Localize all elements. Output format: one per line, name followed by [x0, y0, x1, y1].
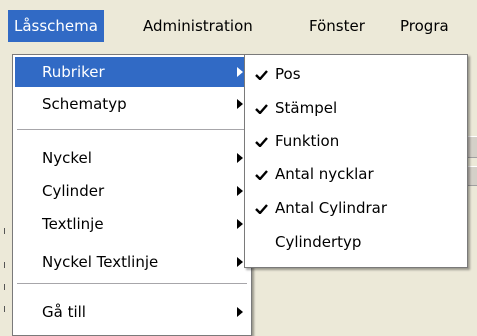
- grid-mark: [4, 262, 5, 268]
- check-icon: [255, 104, 268, 114]
- menu-item-cylinder[interactable]: Cylinder: [15, 176, 249, 206]
- submenu-arrow-icon: [237, 219, 243, 229]
- submenu-item-label: Stämpel: [275, 99, 338, 117]
- menu-bar: Låsschema Administration Fönster Progra: [0, 0, 477, 48]
- submenu-item-pos[interactable]: Pos: [247, 59, 465, 89]
- submenu-arrow-icon: [237, 67, 243, 77]
- submenu-item-label: Antal nycklar: [275, 165, 374, 183]
- menu-item-label: Cylinder: [42, 182, 105, 200]
- menu-separator: [17, 129, 247, 130]
- submenu-item-stampel[interactable]: Stämpel: [247, 93, 465, 123]
- menu-item-label: Nyckel Textlinje: [42, 253, 159, 271]
- menu-item-label: Gå till: [42, 303, 86, 321]
- submenu-item-antal-nycklar[interactable]: Antal nycklar: [247, 159, 465, 189]
- grid-mark: [4, 228, 5, 234]
- menu-item-label: Nyckel: [42, 149, 92, 167]
- menu-item-textlinje[interactable]: Textlinje: [15, 209, 249, 239]
- grid-mark: [4, 306, 5, 312]
- menu-administration[interactable]: Administration: [137, 10, 259, 42]
- submenu-item-label: Cylindertyp: [275, 233, 362, 251]
- rubriker-submenu: Pos Stämpel Funktion Antal nycklar Antal…: [244, 54, 468, 268]
- menu-item-label: Textlinje: [42, 215, 104, 233]
- menu-separator: [17, 283, 247, 284]
- menu-item-nyckel[interactable]: Nyckel: [15, 143, 249, 173]
- menu-item-label: Schematyp: [42, 95, 127, 113]
- submenu-arrow-icon: [237, 257, 243, 267]
- submenu-item-label: Funktion: [275, 132, 340, 150]
- submenu-item-antal-cylindrar[interactable]: Antal Cylindrar: [247, 193, 465, 223]
- lasschema-dropdown: Rubriker Schematyp Nyckel Cylinder Textl…: [12, 54, 252, 336]
- submenu-item-funktion[interactable]: Funktion: [247, 126, 465, 156]
- submenu-arrow-icon: [237, 186, 243, 196]
- submenu-arrow-icon: [237, 153, 243, 163]
- check-icon: [255, 70, 268, 80]
- submenu-item-label: Pos: [275, 65, 301, 83]
- submenu-item-cylindertyp[interactable]: Cylindertyp: [247, 227, 465, 257]
- submenu-arrow-icon: [237, 99, 243, 109]
- menu-item-schematyp[interactable]: Schematyp: [15, 89, 249, 119]
- menu-program[interactable]: Progra: [394, 10, 477, 42]
- menu-item-label: Rubriker: [42, 63, 105, 81]
- check-icon: [255, 170, 268, 180]
- menu-item-rubriker[interactable]: Rubriker: [15, 57, 249, 87]
- check-icon: [255, 137, 268, 147]
- submenu-item-label: Antal Cylindrar: [275, 199, 388, 217]
- check-icon: [255, 204, 268, 214]
- menu-item-ga-till[interactable]: Gå till: [15, 297, 249, 327]
- menu-fonster[interactable]: Fönster: [303, 10, 371, 42]
- menu-lasschema[interactable]: Låsschema: [8, 10, 104, 42]
- menu-item-nyckel-textlinje[interactable]: Nyckel Textlinje: [15, 247, 249, 277]
- grid-mark: [4, 284, 5, 290]
- submenu-arrow-icon: [237, 307, 243, 317]
